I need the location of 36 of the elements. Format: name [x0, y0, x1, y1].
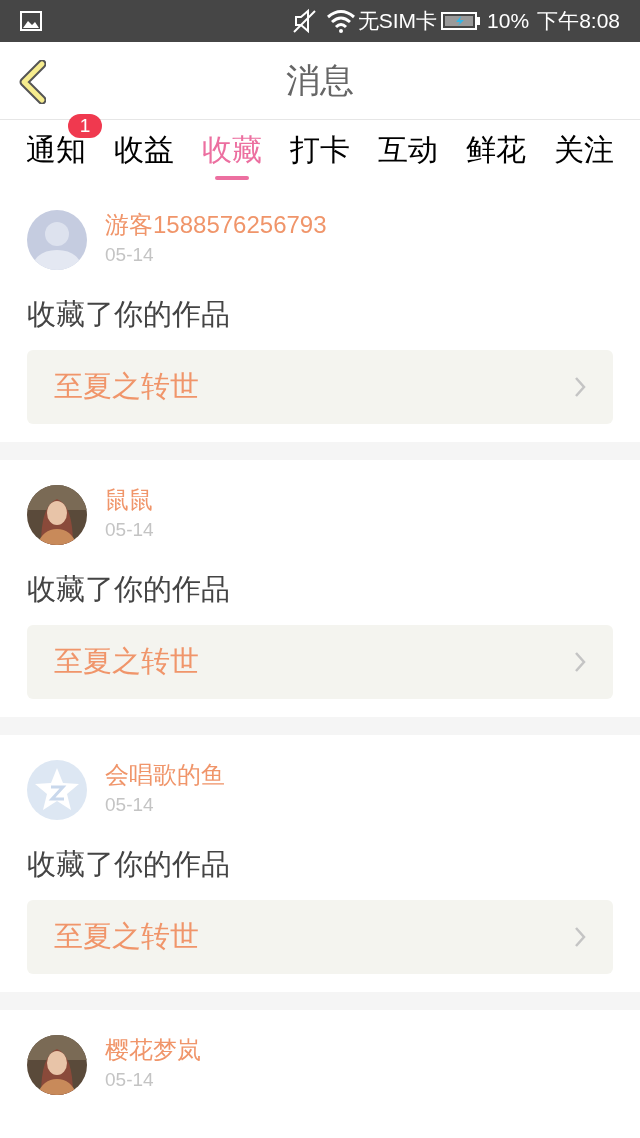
- message-date: 05-14: [105, 793, 155, 817]
- user-name[interactable]: 樱花梦岚: [105, 1035, 201, 1065]
- page-title: 消息: [286, 60, 354, 101]
- message-date: 05-14: [105, 243, 155, 267]
- wifi-icon: [325, 9, 356, 33]
- badge: 1: [68, 114, 102, 138]
- tab-underline: [215, 176, 249, 180]
- message-text: 收藏了你的作品: [27, 847, 231, 882]
- work-link[interactable]: 至夏之转世: [27, 900, 613, 974]
- avatar: [27, 760, 87, 820]
- chevron-icon: [574, 926, 586, 948]
- user-name[interactable]: 游客1588576256793: [105, 210, 327, 240]
- work-link[interactable]: 至夏之转世: [27, 350, 613, 424]
- message-date: 05-14: [105, 518, 154, 542]
- user-name[interactable]: 鼠鼠: [105, 485, 154, 515]
- message-text: 收藏了你的作品: [27, 572, 231, 607]
- chevron-icon: [574, 376, 586, 398]
- battery-icon: [441, 11, 482, 31]
- battery-percent: 10%: [487, 8, 530, 35]
- tab[interactable]: 打卡: [290, 130, 350, 170]
- tab[interactable]: 关注: [554, 130, 614, 170]
- mute-icon: [291, 8, 318, 34]
- message-date: 05-14: [105, 1068, 155, 1092]
- clock: 下午8:08: [537, 8, 620, 35]
- message-text: 收藏了你的作品: [27, 297, 231, 332]
- image-icon: [20, 11, 42, 31]
- work-link[interactable]: 至夏之转世: [27, 625, 613, 699]
- user-name[interactable]: 会唱歌的鱼: [105, 760, 225, 790]
- avatar: [27, 210, 87, 270]
- tab[interactable]: 收藏: [202, 130, 262, 170]
- sim-status: 无SIM卡: [357, 8, 438, 35]
- tab[interactable]: 互动: [378, 130, 438, 170]
- chevron-icon: [574, 651, 586, 673]
- back-icon[interactable]: [18, 60, 46, 104]
- tab[interactable]: 鲜花: [466, 130, 526, 170]
- tab[interactable]: 收益: [114, 130, 174, 170]
